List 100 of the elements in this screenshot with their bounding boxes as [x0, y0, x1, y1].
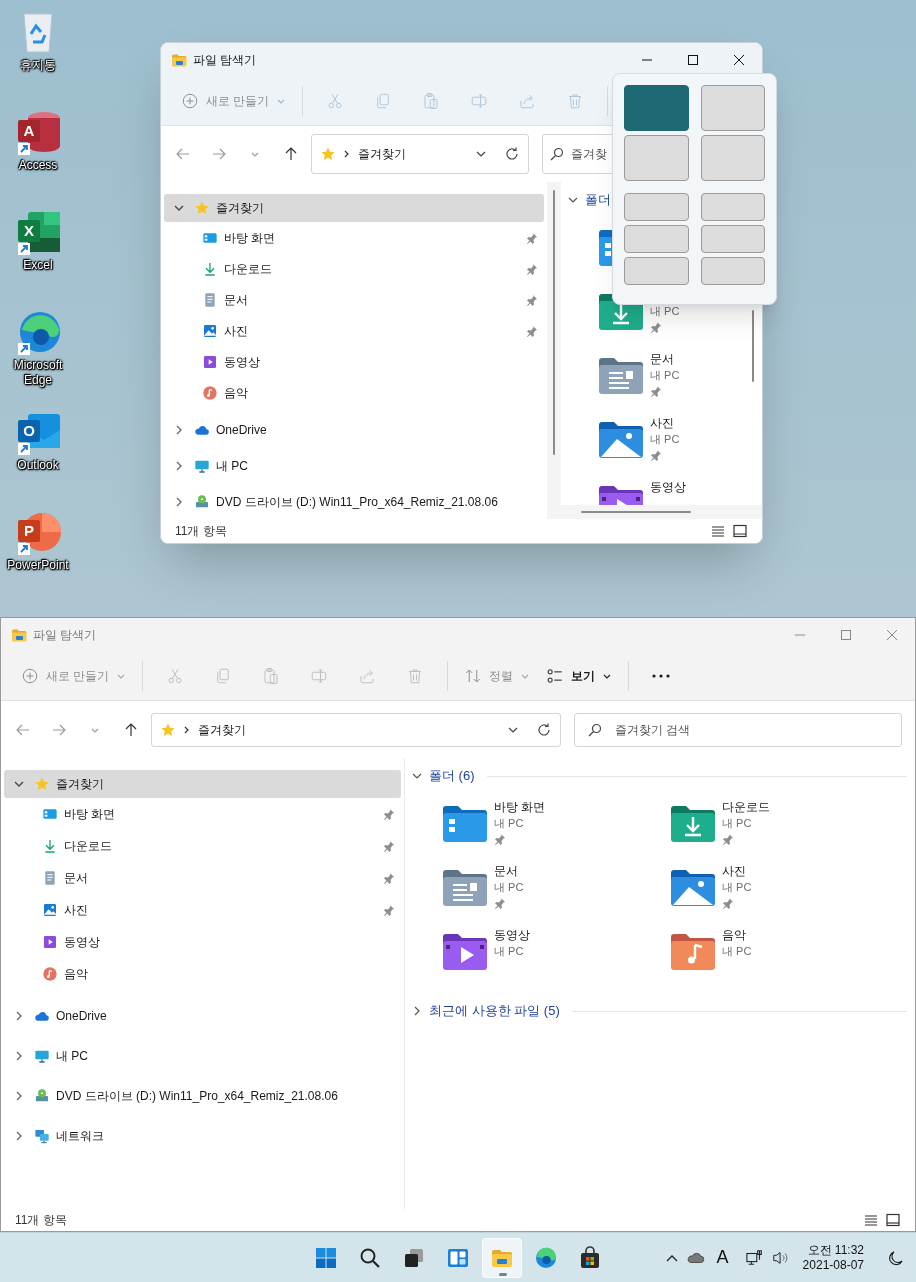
nav-item[interactable]: OneDrive — [4, 1002, 401, 1030]
folder-name[interactable]: 사진 — [722, 863, 752, 879]
scrollbar[interactable] — [553, 190, 555, 455]
folder-name[interactable]: 동영상 — [650, 479, 686, 495]
nav-item[interactable]: 음악 — [4, 958, 401, 990]
nav-item[interactable]: 내 PC — [164, 452, 544, 480]
nav-item[interactable]: 사진 — [4, 894, 401, 926]
section-title[interactable]: 최근에 사용한 파일 (5) — [429, 1001, 560, 1021]
section-title[interactable]: 폴더 — [585, 190, 611, 210]
nav-label: 다운로드 — [224, 260, 272, 278]
nav-item[interactable]: 즐겨찾기 — [164, 194, 544, 222]
document-folder-icon — [597, 355, 645, 395]
breadcrumb[interactable]: 즐겨찾기 — [358, 145, 406, 163]
window-icon — [732, 523, 748, 539]
star-icon — [320, 146, 336, 162]
nav-item[interactable]: 다운로드 — [164, 253, 544, 284]
clock-time[interactable]: 오전 11:32 — [807, 1242, 864, 1258]
pin-icon — [526, 262, 538, 275]
breadcrumb[interactable]: 즐겨찾기 — [198, 720, 246, 739]
folder-location: 내 PC — [650, 432, 680, 447]
moon-icon — [888, 1249, 904, 1266]
pin-icon — [650, 449, 662, 461]
search-field[interactable]: 즐겨찾기 검색 — [574, 712, 902, 747]
picture-icon — [202, 322, 218, 339]
nav-item[interactable]: 사진 — [164, 315, 544, 346]
nav-label: 바탕 화면 — [224, 229, 276, 247]
pin-icon — [526, 293, 538, 306]
download-folder-icon — [597, 291, 645, 331]
refresh-button[interactable] — [504, 146, 520, 162]
monitor-icon — [34, 1048, 50, 1064]
pin-icon — [383, 872, 395, 884]
nav-label: 내 PC — [56, 1048, 88, 1065]
address-bar[interactable]: 즐겨찾기 — [311, 134, 529, 174]
download-icon — [42, 838, 58, 854]
nav-item[interactable]: 문서 — [164, 284, 544, 315]
folder-name[interactable]: 다운로드 — [722, 799, 770, 815]
nav-item[interactable]: 네트워크 — [4, 1122, 401, 1150]
nav-item[interactable]: 내 PC — [4, 1042, 401, 1070]
star-icon — [34, 776, 50, 792]
nav-item[interactable]: DVD 드라이브 (D:) Win11_Pro_x64_Remiz_21.08.06 — [164, 488, 544, 516]
list-icon — [710, 523, 726, 539]
folder-name[interactable]: 문서 — [650, 351, 680, 367]
list-icon — [863, 1212, 879, 1228]
scrollbar[interactable] — [581, 511, 691, 513]
nav-label: OneDrive — [56, 1008, 107, 1025]
network-icon — [745, 1248, 764, 1267]
picture-folder-icon — [597, 419, 645, 459]
nav-item[interactable]: 바탕 화면 — [164, 222, 544, 253]
nav-item[interactable]: 동영상 — [164, 346, 544, 377]
list-view-icon — [546, 667, 565, 685]
file-explorer-button[interactable] — [482, 1237, 522, 1278]
nav-label: 사진 — [64, 902, 88, 919]
input-indicator[interactable]: A — [708, 1242, 737, 1273]
pin-icon — [722, 833, 734, 845]
nav-label: 사진 — [224, 322, 248, 340]
snap-zone[interactable] — [624, 225, 689, 253]
address-bar[interactable]: 즐겨찾기 — [151, 712, 561, 747]
folder-location: 내 PC — [494, 944, 525, 959]
folder-name[interactable]: 사진 — [650, 415, 680, 431]
snap-zone[interactable] — [700, 85, 765, 131]
view-button[interactable]: 보기 — [538, 660, 621, 692]
pin-icon — [383, 904, 395, 916]
snap-zone[interactable] — [700, 225, 765, 253]
nav-item[interactable]: 음악 — [164, 377, 544, 408]
search-icon — [550, 147, 564, 161]
folder-name[interactable]: 동영상 — [494, 927, 530, 943]
arrow-up-icon — [123, 721, 139, 738]
snap-zone[interactable] — [624, 135, 689, 181]
folder-name[interactable]: 음악 — [722, 927, 752, 943]
nav-label: 문서 — [224, 291, 248, 309]
nav-item[interactable]: 바탕 화면 — [4, 798, 401, 830]
nav-item[interactable]: 문서 — [4, 862, 401, 894]
snap-zone[interactable] — [700, 135, 765, 181]
four-squares-icon — [314, 1245, 338, 1270]
tiles-view-button[interactable] — [732, 523, 748, 539]
snap-zone[interactable] — [700, 193, 765, 221]
tiles-view-button[interactable] — [885, 1212, 901, 1228]
nav-item[interactable]: 동영상 — [4, 926, 401, 958]
folder-name[interactable]: 문서 — [494, 863, 524, 879]
document-folder-icon — [441, 867, 489, 907]
snap-zone[interactable] — [624, 257, 689, 285]
nav-item[interactable]: 즐겨찾기 — [4, 770, 401, 798]
snap-zone[interactable] — [624, 193, 689, 221]
details-view-button[interactable] — [863, 1212, 879, 1228]
section-title[interactable]: 폴더 (6) — [429, 766, 475, 786]
nav-item[interactable]: DVD 드라이브 (D:) Win11_Pro_x64_Remiz_21.08.06 — [4, 1082, 401, 1110]
nav-label: OneDrive — [216, 422, 267, 439]
plus-circle-icon — [181, 92, 199, 110]
pin-icon — [494, 833, 506, 845]
scrollbar[interactable] — [752, 310, 754, 382]
refresh-button[interactable] — [536, 721, 552, 738]
snap-zone[interactable] — [700, 257, 765, 285]
folder-name[interactable]: 바탕 화면 — [494, 799, 546, 815]
nav-item[interactable]: 다운로드 — [4, 830, 401, 862]
desktop-icon — [42, 806, 58, 822]
details-view-button[interactable] — [710, 523, 726, 539]
clock-date[interactable]: 2021-08-07 — [802, 1257, 864, 1273]
refresh-icon — [536, 721, 552, 738]
nav-item[interactable]: OneDrive — [164, 416, 544, 444]
app-letter: O — [22, 420, 36, 441]
